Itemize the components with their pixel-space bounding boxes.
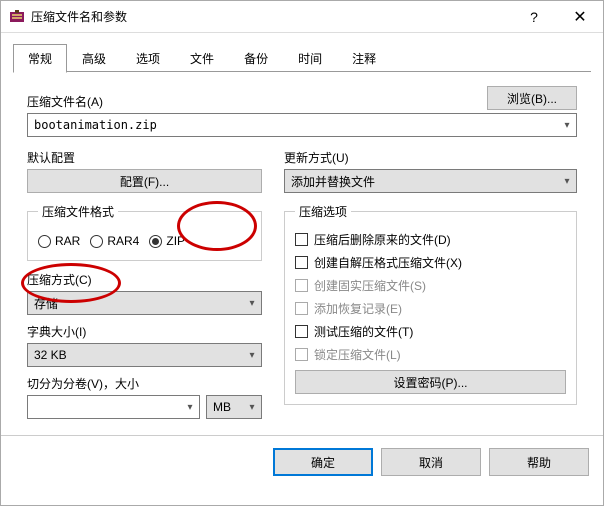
radio-rar[interactable]: RAR xyxy=(38,234,80,248)
update-mode-combo[interactable]: 添加并替换文件 ▾ xyxy=(284,169,577,193)
options-fieldset: 压缩选项 压缩后删除原来的文件(D) 创建自解压格式压缩文件(X) 创建固实压缩… xyxy=(284,203,577,405)
filename-label: 压缩文件名(A) xyxy=(27,93,103,110)
tab-content: 压缩文件名(A) 浏览(B)... bootanimation.zip ▾ 默认… xyxy=(1,72,603,429)
chevron-down-icon: ▾ xyxy=(558,176,576,187)
filename-combo[interactable]: bootanimation.zip ▾ xyxy=(27,113,577,137)
update-mode-label: 更新方式(U) xyxy=(284,149,577,166)
check-test[interactable]: 测试压缩的文件(T) xyxy=(295,320,566,343)
dict-value: 32 KB xyxy=(28,348,243,362)
dict-label: 字典大小(I) xyxy=(27,323,262,340)
check-lock: 锁定压缩文件(L) xyxy=(295,343,566,366)
dialog-footer: 确定 取消 帮助 xyxy=(1,435,603,488)
format-fieldset: 压缩文件格式 RAR RAR4 ZIP xyxy=(27,203,262,261)
close-button[interactable]: ✕ xyxy=(557,2,603,32)
method-combo[interactable]: 存储 ▾ xyxy=(27,291,262,315)
method-value: 存储 xyxy=(28,295,243,312)
tab-bar: 常规 高级 选项 文件 备份 时间 注释 xyxy=(1,33,603,72)
dict-combo[interactable]: 32 KB ▾ xyxy=(27,343,262,367)
radio-zip[interactable]: ZIP xyxy=(149,234,185,248)
browse-button[interactable]: 浏览(B)... xyxy=(487,86,577,110)
check-delete-after[interactable]: 压缩后删除原来的文件(D) xyxy=(295,228,566,251)
radio-rar4[interactable]: RAR4 xyxy=(90,234,139,248)
check-solid: 创建固实压缩文件(S) xyxy=(295,274,566,297)
profiles-button[interactable]: 配置(F)... xyxy=(27,169,262,193)
app-icon xyxy=(9,9,25,25)
update-mode-value: 添加并替换文件 xyxy=(285,173,558,190)
tab-backup[interactable]: 备份 xyxy=(229,44,283,73)
cancel-button[interactable]: 取消 xyxy=(381,448,481,476)
method-label: 压缩方式(C) xyxy=(27,271,262,288)
help-button-footer[interactable]: 帮助 xyxy=(489,448,589,476)
window-title: 压缩文件名和参数 xyxy=(31,8,511,25)
tab-options[interactable]: 选项 xyxy=(121,44,175,73)
split-label: 切分为分卷(V)，大小 xyxy=(27,375,262,392)
dialog-window: 压缩文件名和参数 ? ✕ 常规 高级 选项 文件 备份 时间 注释 压缩文件名(… xyxy=(0,0,604,506)
default-profile-label: 默认配置 xyxy=(27,149,262,166)
options-label: 压缩选项 xyxy=(295,203,351,220)
chevron-down-icon: ▾ xyxy=(181,402,199,413)
ok-button[interactable]: 确定 xyxy=(273,448,373,476)
chevron-down-icon: ▾ xyxy=(243,350,261,361)
split-size-combo[interactable]: ▾ xyxy=(27,395,200,419)
password-button[interactable]: 设置密码(P)... xyxy=(295,370,566,394)
filename-value: bootanimation.zip xyxy=(28,118,558,132)
chevron-down-icon: ▾ xyxy=(558,120,576,131)
format-label: 压缩文件格式 xyxy=(38,203,118,220)
split-unit-combo[interactable]: MB ▾ xyxy=(206,395,262,419)
tab-comment[interactable]: 注释 xyxy=(337,44,391,73)
check-sfx[interactable]: 创建自解压格式压缩文件(X) xyxy=(295,251,566,274)
tab-files[interactable]: 文件 xyxy=(175,44,229,73)
tab-general[interactable]: 常规 xyxy=(13,44,67,73)
chevron-down-icon: ▾ xyxy=(243,298,261,309)
chevron-down-icon: ▾ xyxy=(243,402,261,413)
split-unit-value: MB xyxy=(207,400,243,414)
tab-advanced[interactable]: 高级 xyxy=(67,44,121,73)
titlebar: 压缩文件名和参数 ? ✕ xyxy=(1,1,603,33)
check-recovery: 添加恢复记录(E) xyxy=(295,297,566,320)
help-button[interactable]: ? xyxy=(511,2,557,32)
tab-time[interactable]: 时间 xyxy=(283,44,337,73)
